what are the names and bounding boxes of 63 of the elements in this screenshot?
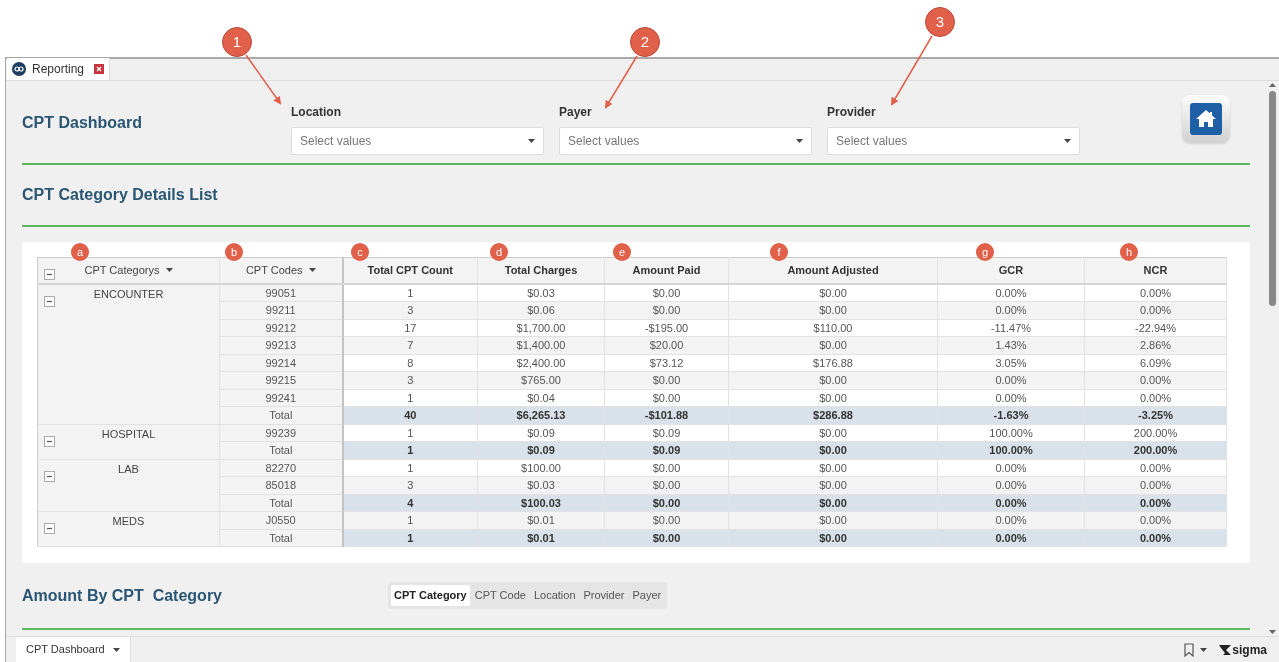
callout-badge: 1 [222,27,252,57]
view-tab[interactable]: CPT Category [391,585,470,606]
callout-badge: b [225,243,243,261]
callout-badge: g [976,243,994,261]
select-field[interactable]: Select values [559,127,812,155]
sort-caret-icon [165,268,173,273]
callout-badge: f [770,243,788,261]
view-tab[interactable]: Payer [629,585,665,606]
callout-badge: d [490,243,508,261]
scroll-up-icon[interactable] [1269,83,1276,87]
callout-arrow [891,35,933,106]
select-field[interactable]: Select values [291,127,544,155]
view-tab[interactable]: CPT Code [471,585,529,606]
section-title: Amount By CPT Category [22,585,223,606]
home-button[interactable] [1182,95,1230,143]
collapse-icon[interactable] [44,523,55,534]
callout-badge: 2 [630,27,660,57]
column-header[interactable]: Total CPT Count [342,257,478,284]
callout-badge: 3 [925,7,955,37]
sort-caret-icon [308,268,316,273]
collapse-icon[interactable] [44,470,55,482]
brand-name: sigma [1232,641,1267,659]
category-cell-text: LAB [118,461,139,477]
filter-label: Payer [559,104,593,121]
app-logo-icon [12,62,26,76]
collapse-icon[interactable] [44,269,55,280]
callout-arrow [604,55,638,109]
reporting-tab[interactable]: Reporting [7,58,111,80]
collapse-icon[interactable] [44,435,55,447]
caret-icon [528,139,535,143]
callout-badge: c [351,243,369,261]
category-cell-text: HOSPITAL [101,426,156,442]
filter-label: Location [291,104,342,121]
page-title: CPT Dashboard [22,113,143,133]
category-cell-text: MEDS [112,514,145,529]
column-header[interactable]: Amount Adjusted [728,257,938,284]
scroll-down-icon[interactable] [1269,630,1276,634]
callout-arrow [245,54,282,105]
section-title: CPT Category Details List [22,185,218,205]
column-header[interactable]: GCR [937,257,1085,284]
callout-badge: h [1120,243,1138,261]
caret-icon [1064,139,1071,143]
column-header[interactable]: NCR [1084,257,1227,284]
select-field[interactable]: Select values [827,127,1080,155]
callout-badge: a [71,243,89,261]
collapse-icon[interactable] [44,295,55,307]
caret-icon [796,139,803,143]
sheet-tab[interactable]: CPT Dashboard [16,637,131,662]
filter-label: Provider [827,104,877,121]
caret-icon [1200,647,1208,652]
column-header[interactable]: CPT Codes [219,257,343,284]
view-tab[interactable]: Location [530,585,579,606]
caret-icon [112,647,120,652]
column-header[interactable]: Amount Paid [604,257,729,284]
scroll-thumb[interactable] [1269,91,1276,306]
callout-badge: e [613,243,631,261]
sigma-logo-icon [1219,643,1232,656]
close-icon[interactable] [94,64,105,74]
view-tab[interactable]: Provider [580,585,628,606]
category-cell-text: ENCOUNTER [93,286,164,302]
bookmark-icon[interactable] [1184,642,1195,657]
column-header[interactable]: CPT Categorys [37,257,220,284]
column-header[interactable]: Total Charges [477,257,605,284]
